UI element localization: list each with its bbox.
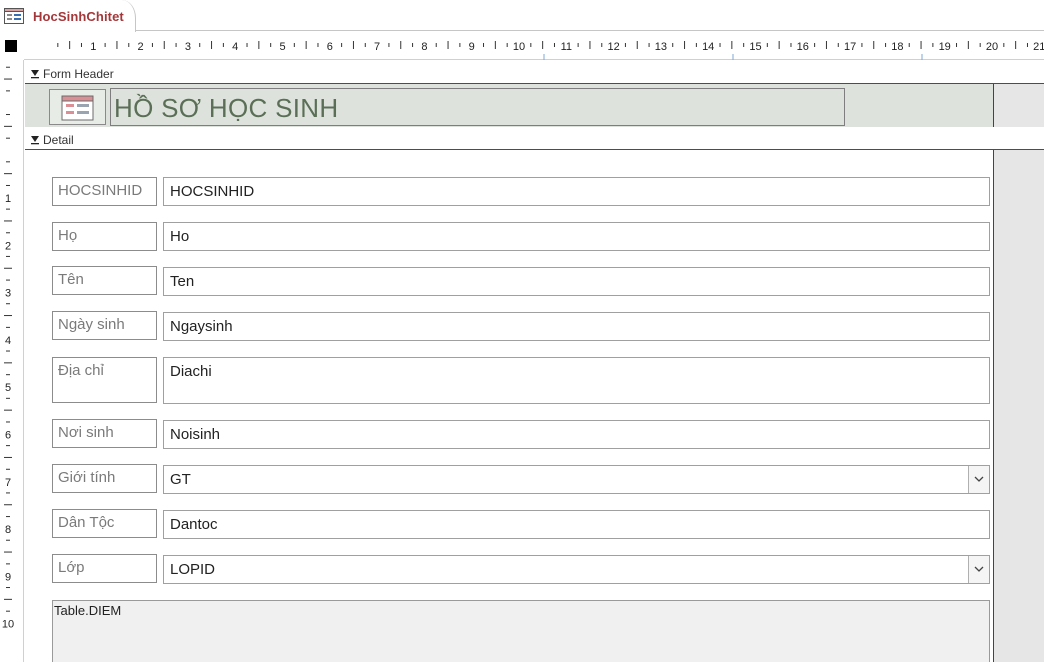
ruler-number: 5 bbox=[5, 382, 11, 394]
label-noisinh[interactable]: Nơi sinh bbox=[52, 419, 157, 448]
ruler-number: 17 bbox=[844, 41, 856, 53]
ruler-number: 3 bbox=[185, 41, 191, 53]
detail-outside-area bbox=[993, 150, 1044, 662]
form-design-view: HocSinhChitet 1 2 3 4 5 6 7 8 9 10 11 12 13 14 15 16 17 1… bbox=[0, 0, 1044, 662]
label-gioitinh[interactable]: Giới tính bbox=[52, 464, 157, 493]
ruler-number: 13 bbox=[655, 41, 667, 53]
ruler-number: 21 bbox=[1033, 41, 1044, 53]
field-diachi[interactable]: Diachi bbox=[163, 357, 990, 404]
field-hocsinhid[interactable]: HOCSINHID bbox=[163, 177, 990, 206]
ruler-number: 15 bbox=[749, 41, 761, 53]
ruler-number: 9 bbox=[469, 41, 475, 53]
subform-source-label: Table.DIEM bbox=[54, 603, 122, 618]
combo-lop[interactable]: LOPID bbox=[163, 555, 990, 584]
detail-section-bar[interactable]: Detail bbox=[25, 128, 1044, 150]
ruler-number: 6 bbox=[5, 430, 11, 442]
section-arrow-icon bbox=[30, 66, 40, 79]
ruler-number: 1 bbox=[90, 41, 96, 53]
ruler-number: 18 bbox=[891, 41, 903, 53]
page-title: HỒ SƠ HỌC SINH bbox=[114, 93, 339, 123]
field-noisinh[interactable]: Noisinh bbox=[163, 420, 990, 449]
chevron-down-icon bbox=[974, 566, 984, 572]
label-ngaysinh[interactable]: Ngày sinh bbox=[52, 311, 157, 340]
label-ho[interactable]: Họ bbox=[52, 222, 157, 251]
ruler-number: 5 bbox=[279, 41, 285, 53]
ruler-number: 7 bbox=[5, 477, 11, 489]
ruler-number: 11 bbox=[561, 41, 572, 53]
ruler-number: 3 bbox=[5, 288, 11, 300]
ruler-corner-select-button[interactable] bbox=[0, 32, 24, 60]
ruler-number: 20 bbox=[986, 41, 998, 53]
header-outside-area bbox=[993, 84, 1044, 127]
ruler-number: 1 bbox=[5, 193, 11, 205]
detail-label: Detail bbox=[43, 133, 74, 147]
dropdown-button[interactable] bbox=[968, 466, 989, 493]
subform-diem[interactable]: Table.DIEM bbox=[52, 600, 990, 662]
label-ten[interactable]: Tên bbox=[52, 266, 157, 295]
ruler-number: 8 bbox=[5, 524, 11, 536]
ruler-number: 9 bbox=[5, 571, 11, 583]
field-ngaysinh[interactable]: Ngaysinh bbox=[163, 312, 990, 341]
ruler-number: 12 bbox=[607, 41, 619, 53]
label-diachi[interactable]: Địa chỉ bbox=[52, 357, 157, 403]
form-icon bbox=[4, 8, 24, 24]
section-arrow-icon bbox=[30, 132, 40, 145]
horizontal-ruler[interactable]: 1 2 3 4 5 6 7 8 9 10 11 12 13 14 15 16 17 18 19 20 21 bbox=[24, 32, 1044, 60]
form-header-label: Form Header bbox=[43, 67, 114, 81]
vertical-ruler[interactable]: 1 2 3 4 5 6 7 8 9 10 bbox=[0, 60, 24, 662]
ruler-number: 4 bbox=[232, 41, 238, 53]
field-ten[interactable]: Ten bbox=[163, 267, 990, 296]
form-title-label[interactable]: HỒ SƠ HỌC SINH bbox=[110, 88, 845, 126]
ruler-number: 10 bbox=[2, 619, 14, 631]
ruler-number: 16 bbox=[797, 41, 809, 53]
chevron-down-icon bbox=[974, 476, 984, 482]
ruler-number: 2 bbox=[5, 240, 11, 252]
label-hocsinhid[interactable]: HOCSINHID bbox=[52, 177, 157, 206]
ruler-number: 4 bbox=[5, 335, 11, 347]
tab-hocsinhchitet[interactable]: HocSinhChitet bbox=[0, 0, 136, 32]
ruler-number: 7 bbox=[374, 41, 380, 53]
document-tab-strip: HocSinhChitet bbox=[0, 0, 1044, 32]
ruler-number: 19 bbox=[939, 41, 951, 53]
ruler-number: 10 bbox=[513, 41, 525, 53]
ruler-number: 8 bbox=[421, 41, 427, 53]
ruler-number: 6 bbox=[327, 41, 333, 53]
combo-gioitinh[interactable]: GT bbox=[163, 465, 990, 494]
dropdown-button[interactable] bbox=[968, 556, 989, 583]
field-ho[interactable]: Ho bbox=[163, 222, 990, 251]
label-dantoc[interactable]: Dân Tộc bbox=[52, 509, 157, 538]
ruler-number: 2 bbox=[138, 41, 144, 53]
tab-title: HocSinhChitet bbox=[33, 9, 124, 24]
form-logo-icon[interactable] bbox=[49, 89, 106, 125]
ruler-number: 14 bbox=[702, 41, 714, 53]
field-dantoc[interactable]: Dantoc bbox=[163, 510, 990, 539]
label-lop[interactable]: Lớp bbox=[52, 554, 157, 583]
form-header-section-bar[interactable]: Form Header bbox=[25, 62, 1044, 84]
